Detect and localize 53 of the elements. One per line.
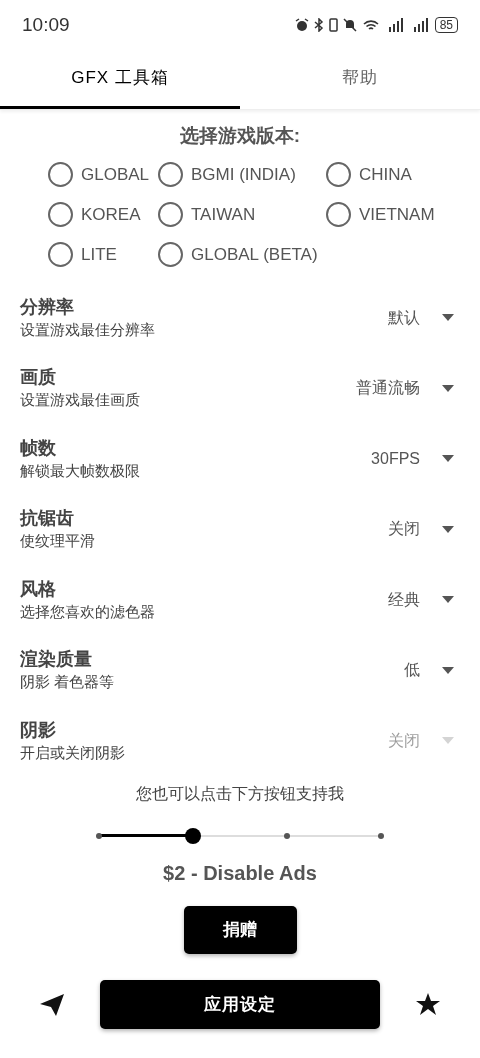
setting-title: 阴影 xyxy=(20,718,57,742)
status-time: 10:09 xyxy=(22,12,70,37)
setting-dropdown[interactable]: 低 xyxy=(404,658,454,683)
battery-level: 85 xyxy=(434,17,458,33)
star-icon[interactable] xyxy=(416,993,440,1016)
apply-settings-button[interactable]: 应用设定 xyxy=(100,980,380,1029)
tab[interactable]: GFX 工具箱 xyxy=(0,50,240,109)
bell-muted-icon xyxy=(342,18,357,32)
setting-dropdown[interactable]: 普通流畅 xyxy=(356,376,454,401)
setting-description: 设置游戏最佳画质 xyxy=(20,390,141,411)
setting-description: 使纹理平滑 xyxy=(20,531,96,552)
slider-thumb[interactable] xyxy=(185,828,201,844)
price-label: $2 - Disable Ads xyxy=(162,861,318,886)
vibrate-icon xyxy=(328,18,338,32)
setting-title: 帧数 xyxy=(20,436,57,460)
dropdown-caret-icon xyxy=(442,666,454,674)
dropdown-caret-icon xyxy=(442,525,454,533)
setting-title: 画质 xyxy=(20,366,57,390)
dropdown-caret-icon xyxy=(442,737,454,745)
radio-option[interactable]: VIETNAM xyxy=(326,194,480,235)
setting-description: 开启或关闭阴影 xyxy=(20,742,126,763)
dropdown-caret-icon xyxy=(442,455,454,463)
dropdown-caret-icon xyxy=(442,314,454,322)
wifi-icon xyxy=(361,18,380,32)
setting-title: 风格 xyxy=(20,577,57,601)
support-text: 您也可以点击下方按钮支持我 xyxy=(135,784,345,804)
setting-title: 分辨率 xyxy=(20,295,75,319)
radio-option[interactable]: BGMI (INDIA) xyxy=(158,154,326,195)
setting-description: 选择您喜欢的滤色器 xyxy=(20,601,156,622)
radio-option[interactable]: GLOBAL (BETA) xyxy=(158,234,326,275)
donate-button[interactable]: 捐赠 xyxy=(183,906,297,954)
bluetooth-icon xyxy=(313,18,324,32)
setting-dropdown[interactable]: 30FPS xyxy=(371,446,454,471)
alarm-icon xyxy=(294,18,309,32)
setting-dropdown[interactable]: 默认 xyxy=(388,305,454,330)
radio-option[interactable]: TAIWAN xyxy=(158,194,326,235)
dropdown-caret-icon xyxy=(442,384,454,392)
radio-option[interactable]: KOREA xyxy=(48,194,158,235)
setting-description: 阴影 着色器等 xyxy=(20,672,116,693)
radio-option[interactable]: LITE xyxy=(48,234,158,275)
donation-slider[interactable] xyxy=(99,828,381,844)
version-heading: 选择游戏版本: xyxy=(178,124,302,148)
tab[interactable]: 帮助 xyxy=(240,50,480,109)
setting-title: 渲染质量 xyxy=(20,648,93,672)
radio-option[interactable]: GLOBAL xyxy=(48,154,158,195)
dropdown-caret-icon xyxy=(442,596,454,604)
setting-description: 解锁最大帧数极限 xyxy=(20,460,141,481)
setting-title: 抗锯齿 xyxy=(20,507,75,531)
setting-description: 设置游戏最佳分辨率 xyxy=(20,319,156,340)
radio-option[interactable]: CHINA xyxy=(326,154,480,195)
send-icon[interactable] xyxy=(40,993,64,1016)
setting-dropdown[interactable]: 经典 xyxy=(388,587,454,612)
setting-dropdown[interactable]: 关闭 xyxy=(388,517,454,542)
